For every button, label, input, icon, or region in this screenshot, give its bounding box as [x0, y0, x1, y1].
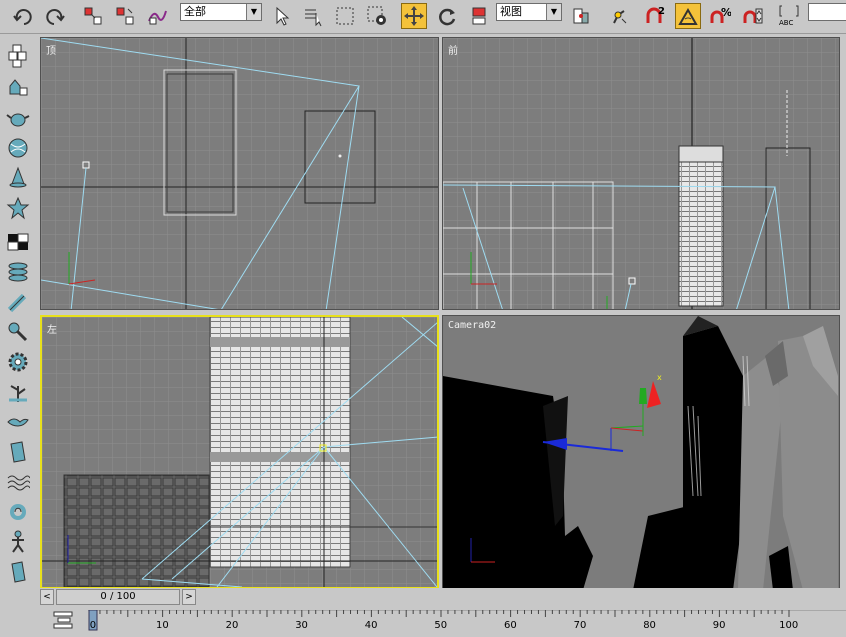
- coord-system-dropdown[interactable]: 视图 ▼: [496, 3, 562, 21]
- window-crossing-icon[interactable]: [364, 3, 390, 29]
- bird-icon[interactable]: [4, 408, 32, 436]
- angle-snap-icon[interactable]: [675, 3, 701, 29]
- sphere-icon[interactable]: [4, 134, 32, 162]
- main-toolbar: 全部 ▼ 视图 ▼ 2 % ABC: [0, 0, 846, 34]
- link-icon[interactable]: [80, 3, 106, 29]
- star-icon[interactable]: [4, 194, 32, 222]
- timeline-tick-label: 30: [295, 620, 308, 631]
- redo-icon[interactable]: [42, 3, 68, 29]
- select-manipulate-icon[interactable]: [606, 3, 632, 29]
- coord-system-value: 视图: [500, 5, 522, 18]
- command-panel-toolbar: [0, 34, 36, 611]
- undo-icon[interactable]: [10, 3, 36, 29]
- viewport-left[interactable]: 左: [40, 315, 439, 589]
- prev-frame-button[interactable]: <: [40, 589, 54, 605]
- wrench-icon[interactable]: [4, 318, 32, 346]
- frame-display[interactable]: 0 / 100: [56, 589, 180, 605]
- use-pivot-icon[interactable]: [568, 3, 594, 29]
- snap-2d-icon[interactable]: 2: [642, 3, 668, 29]
- viewport-label-front: 前: [448, 46, 458, 57]
- select-object-icon[interactable]: [268, 3, 294, 29]
- create-box-icon[interactable]: [4, 42, 32, 70]
- spinner-snap-icon[interactable]: [740, 3, 766, 29]
- chevron-left-icon: <: [43, 592, 51, 602]
- select-move-icon[interactable]: [401, 3, 427, 29]
- percent-snap-label: %: [721, 6, 731, 19]
- unlink-icon[interactable]: [112, 3, 138, 29]
- track-view-icon[interactable]: [52, 610, 74, 630]
- rect-region-icon[interactable]: [332, 3, 358, 29]
- named-selection-icon[interactable]: ABC: [776, 3, 802, 29]
- select-scale-icon[interactable]: [466, 3, 492, 29]
- chevron-down-icon: ▼: [546, 4, 561, 20]
- viewport-label-top: 顶: [46, 46, 56, 57]
- viewport-label-camera: Camera02: [448, 320, 497, 331]
- building-icon[interactable]: [4, 438, 32, 466]
- chevron-right-icon: >: [185, 592, 193, 602]
- timeline-area: < 0 / 100 > 0 10 20 30 40 50 60 70 80 90 100: [0, 588, 846, 637]
- viewport-top[interactable]: 顶: [40, 37, 439, 310]
- viewport-front[interactable]: 前: [442, 37, 840, 310]
- timeline-tick-label: 10: [156, 620, 169, 631]
- waves-icon[interactable]: [4, 468, 32, 496]
- timeline-tick-label: 80: [643, 620, 656, 631]
- named-selection-field[interactable]: [808, 3, 846, 21]
- viewport-label-left: 左: [47, 325, 57, 336]
- timeline-tick-label: 20: [225, 620, 239, 631]
- timeline-tick-label: 100: [779, 620, 799, 631]
- percent-snap-icon[interactable]: %: [707, 3, 733, 29]
- selection-filter-dropdown[interactable]: 全部 ▼: [180, 3, 262, 21]
- tube-icon[interactable]: [4, 288, 32, 316]
- bind-space-warp-icon[interactable]: [144, 3, 170, 29]
- timeline-tick-label: 60: [504, 620, 517, 631]
- next-frame-button[interactable]: >: [182, 589, 196, 605]
- teapot-icon[interactable]: [4, 104, 32, 132]
- timeline-tick-label: 50: [434, 620, 448, 631]
- figure-icon[interactable]: [4, 528, 32, 556]
- abc-label: ABC: [779, 19, 793, 27]
- select-by-name-icon[interactable]: [300, 3, 326, 29]
- svg-text:x: x: [657, 373, 662, 382]
- shapes-icon[interactable]: [4, 74, 32, 102]
- timeline-tick-label: 0: [89, 620, 97, 631]
- gear-icon[interactable]: [4, 348, 32, 376]
- timeline-tick-label: 40: [364, 620, 378, 631]
- time-slider[interactable]: < 0 / 100 >: [40, 588, 196, 606]
- cone-icon[interactable]: [4, 164, 32, 192]
- patch-icon[interactable]: [4, 228, 32, 256]
- layers-icon[interactable]: [4, 258, 32, 286]
- timeline-tick-label: 70: [573, 620, 587, 631]
- timeline-tick-label: 90: [712, 620, 726, 631]
- viewport-camera[interactable]: x Camera02: [442, 315, 840, 589]
- cylinder-icon[interactable]: [4, 558, 32, 586]
- snap-dimension-label: 2: [658, 6, 665, 17]
- torus-knot-icon[interactable]: [4, 498, 32, 526]
- plant-icon[interactable]: [4, 378, 32, 406]
- selection-filter-value: 全部: [184, 5, 206, 18]
- select-rotate-icon[interactable]: [434, 3, 460, 29]
- timeline-ruler[interactable]: 0 10 20 30 40 50 60 70 80 90 100: [88, 610, 846, 635]
- chevron-down-icon: ▼: [246, 4, 261, 20]
